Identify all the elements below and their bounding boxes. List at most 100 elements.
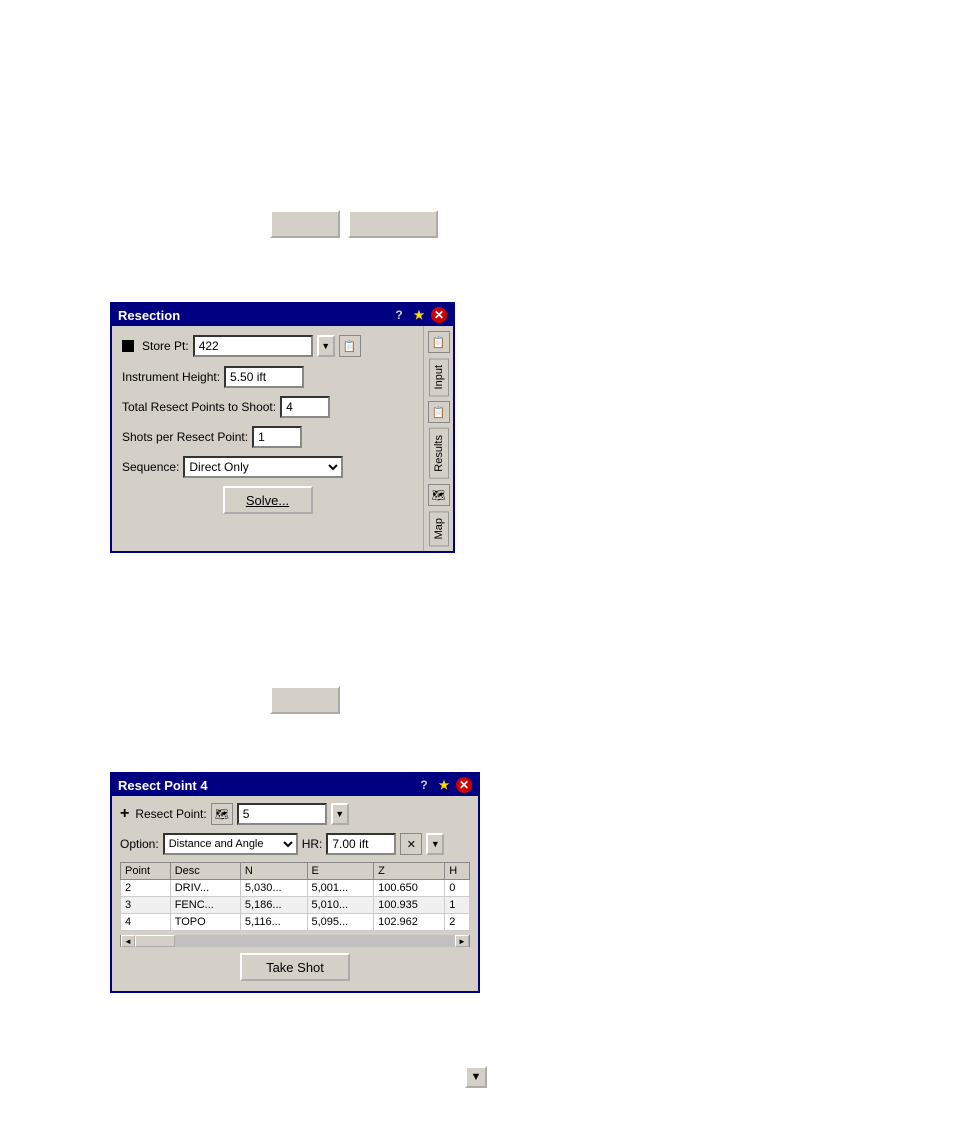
resect-table: Point Desc N E Z H 2DRIV...5,030...5,001… xyxy=(120,862,470,931)
sequence-select[interactable]: Direct Only Direct and Reverse xyxy=(183,456,343,478)
instrument-height-label: Instrument Height: xyxy=(122,370,220,384)
cell-n: 5,186... xyxy=(240,897,307,914)
solve-button[interactable]: Solve... xyxy=(223,486,313,514)
bottom-dropdown-arrow: ▼ xyxy=(471,1071,482,1083)
col-desc: Desc xyxy=(170,863,240,880)
resect-titlebar-icons: ? ★ ✕ xyxy=(416,777,472,793)
resection-main: Store Pt: ▼ 📋 Instrument Height: Total R… xyxy=(112,326,423,551)
store-pt-label: Store Pt: xyxy=(142,339,189,353)
resection-body: Store Pt: ▼ 📋 Instrument Height: Total R… xyxy=(112,326,453,551)
resect-table-body: 2DRIV...5,030...5,001...100.65003FENC...… xyxy=(121,880,470,931)
cell-desc: FENC... xyxy=(170,897,240,914)
total-resect-row: Total Resect Points to Shoot: xyxy=(122,396,413,418)
cell-point: 2 xyxy=(121,880,171,897)
store-pt-dropdown[interactable]: ▼ xyxy=(317,335,335,357)
top-button-1[interactable] xyxy=(270,210,340,238)
cell-h: 2 xyxy=(445,914,470,931)
sequence-row: Sequence: Direct Only Direct and Reverse xyxy=(122,456,413,478)
bottom-dropdown-btn[interactable]: ▼ xyxy=(465,1066,487,1088)
instrument-height-input[interactable] xyxy=(224,366,304,388)
sidebar-icon-1[interactable]: 📋 xyxy=(428,331,450,353)
sidebar-tab-map[interactable]: Map xyxy=(429,511,449,546)
resect-title: Resect Point 4 xyxy=(118,778,208,793)
cell-e: 5,001... xyxy=(307,880,374,897)
top-button-area xyxy=(270,210,438,238)
store-pt-indicator xyxy=(122,340,134,352)
resect-point-dialog: Resect Point 4 ? ★ ✕ + Resect Point: 🗺 ▼… xyxy=(110,772,480,993)
cell-z: 100.650 xyxy=(374,880,445,897)
plus-icon: + xyxy=(120,805,129,823)
scrollbar-thumb[interactable] xyxy=(135,935,175,947)
take-shot-button[interactable]: Take Shot xyxy=(240,953,350,981)
titlebar-icons: ? ★ ✕ xyxy=(391,307,447,323)
total-resect-label: Total Resect Points to Shoot: xyxy=(122,400,276,414)
table-row: 4TOPO5,116...5,095...102.9622 xyxy=(121,914,470,931)
sidebar-tab-results[interactable]: Results xyxy=(429,428,449,479)
hr-icon[interactable]: ✕ xyxy=(400,833,422,855)
shots-per-row: Shots per Resect Point: xyxy=(122,426,413,448)
option-hr-row: Option: Distance and Angle Angle Only Di… xyxy=(120,832,470,856)
resect-point-label: Resect Point: xyxy=(135,807,206,821)
help-icon[interactable]: ? xyxy=(391,307,407,323)
sequence-label: Sequence: xyxy=(122,460,179,474)
resect-close-icon[interactable]: ✕ xyxy=(456,777,472,793)
horizontal-scrollbar[interactable]: ◄ ► xyxy=(120,935,470,947)
take-shot-label: Take Shot xyxy=(266,960,324,975)
resect-point-input[interactable] xyxy=(237,803,327,825)
cell-h: 0 xyxy=(445,880,470,897)
option-select[interactable]: Distance and Angle Angle Only Distance O… xyxy=(163,833,298,855)
col-h: H xyxy=(445,863,470,880)
resect-star-icon[interactable]: ★ xyxy=(436,777,452,793)
hr-label: HR: xyxy=(302,837,323,851)
resection-title: Resection xyxy=(118,308,180,323)
table-header-row: Point Desc N E Z H xyxy=(121,863,470,880)
solve-button-label: Solve... xyxy=(246,493,289,508)
col-e: E xyxy=(307,863,374,880)
top-button-2[interactable] xyxy=(348,210,438,238)
cell-point: 3 xyxy=(121,897,171,914)
col-z: Z xyxy=(374,863,445,880)
cell-point: 4 xyxy=(121,914,171,931)
scroll-right-btn[interactable]: ► xyxy=(455,935,469,947)
cell-e: 5,010... xyxy=(307,897,374,914)
instrument-height-row: Instrument Height: xyxy=(122,366,413,388)
cell-h: 1 xyxy=(445,897,470,914)
option-label: Option: xyxy=(120,837,159,851)
sidebar-tab-input[interactable]: Input xyxy=(429,358,449,396)
scroll-left-btn[interactable]: ◄ xyxy=(121,935,135,947)
star-icon[interactable]: ★ xyxy=(411,307,427,323)
table-row: 3FENC...5,186...5,010...100.9351 xyxy=(121,897,470,914)
scrollbar-track[interactable] xyxy=(135,935,455,947)
close-icon[interactable]: ✕ xyxy=(431,307,447,323)
cell-e: 5,095... xyxy=(307,914,374,931)
hr-input[interactable] xyxy=(326,833,396,855)
hr-dropdown[interactable]: ▼ xyxy=(426,833,444,855)
cell-desc: TOPO xyxy=(170,914,240,931)
store-pt-row: Store Pt: ▼ 📋 xyxy=(122,334,413,358)
sidebar-icon-2[interactable]: 📋 xyxy=(428,401,450,423)
resect-point-row: + Resect Point: 🗺 ▼ xyxy=(120,802,470,826)
col-point: Point xyxy=(121,863,171,880)
resect-titlebar: Resect Point 4 ? ★ ✕ xyxy=(112,774,478,796)
cell-desc: DRIV... xyxy=(170,880,240,897)
resection-titlebar: Resection ? ★ ✕ xyxy=(112,304,453,326)
cell-z: 100.935 xyxy=(374,897,445,914)
cell-n: 5,030... xyxy=(240,880,307,897)
total-resect-input[interactable] xyxy=(280,396,330,418)
resection-dialog: Resection ? ★ ✕ Store Pt: ▼ 📋 Instrument… xyxy=(110,302,455,553)
middle-button[interactable] xyxy=(270,686,340,714)
store-pt-input[interactable] xyxy=(193,335,313,357)
sidebar-icon-map[interactable]: 🗺 xyxy=(428,484,450,506)
middle-button-area xyxy=(270,686,340,715)
shots-per-input[interactable] xyxy=(252,426,302,448)
store-pt-icon[interactable]: 📋 xyxy=(339,335,361,357)
resect-help-icon[interactable]: ? xyxy=(416,777,432,793)
resect-point-dropdown[interactable]: ▼ xyxy=(331,803,349,825)
resection-sidebar: 📋 Input 📋 Results 🗺 Map xyxy=(423,326,453,551)
cell-z: 102.962 xyxy=(374,914,445,931)
table-row: 2DRIV...5,030...5,001...100.6500 xyxy=(121,880,470,897)
resect-body: + Resect Point: 🗺 ▼ Option: Distance and… xyxy=(112,796,478,991)
col-n: N xyxy=(240,863,307,880)
shots-per-label: Shots per Resect Point: xyxy=(122,430,248,444)
resect-point-icon[interactable]: 🗺 xyxy=(211,803,233,825)
